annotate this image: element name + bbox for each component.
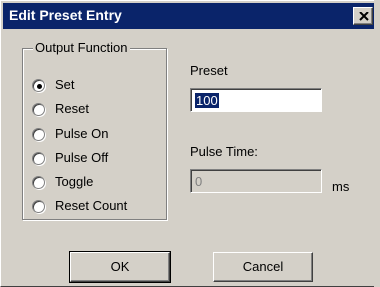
close-button[interactable] bbox=[353, 7, 373, 25]
dialog-title: Edit Preset Entry bbox=[9, 7, 122, 23]
pulse-time-label: Pulse Time: bbox=[190, 144, 258, 159]
radio-label: Toggle bbox=[55, 174, 94, 189]
title-bar[interactable]: Edit Preset Entry bbox=[3, 3, 377, 29]
radio-circle bbox=[32, 200, 45, 213]
radio-label: Pulse Off bbox=[55, 150, 109, 165]
ok-button[interactable]: OK bbox=[69, 251, 171, 283]
edit-preset-dialog: Edit Preset Entry Output Function Set Re… bbox=[0, 0, 380, 287]
radio-circle bbox=[32, 176, 45, 189]
radio-circle bbox=[32, 128, 45, 141]
radio-circle bbox=[32, 152, 45, 165]
pulse-time-unit: ms bbox=[332, 179, 350, 194]
preset-value: 100 bbox=[195, 93, 219, 108]
radio-label: Reset bbox=[55, 101, 89, 116]
radio-label: Set bbox=[55, 77, 75, 92]
radio-label: Reset Count bbox=[55, 198, 128, 213]
radio-selected-dot bbox=[37, 84, 42, 89]
radio-circle bbox=[32, 103, 45, 116]
radio-label: Pulse On bbox=[55, 126, 109, 141]
cancel-button[interactable]: Cancel bbox=[213, 252, 313, 282]
output-function-legend: Output Function bbox=[33, 40, 130, 55]
close-icon bbox=[359, 12, 369, 21]
preset-input[interactable]: 100 bbox=[190, 88, 322, 112]
pulse-time-value: 0 bbox=[195, 174, 203, 189]
radio-circle bbox=[32, 79, 45, 92]
pulse-time-input[interactable]: 0 bbox=[190, 169, 322, 193]
scrollbar[interactable] bbox=[374, 0, 380, 287]
preset-label: Preset bbox=[190, 63, 228, 78]
